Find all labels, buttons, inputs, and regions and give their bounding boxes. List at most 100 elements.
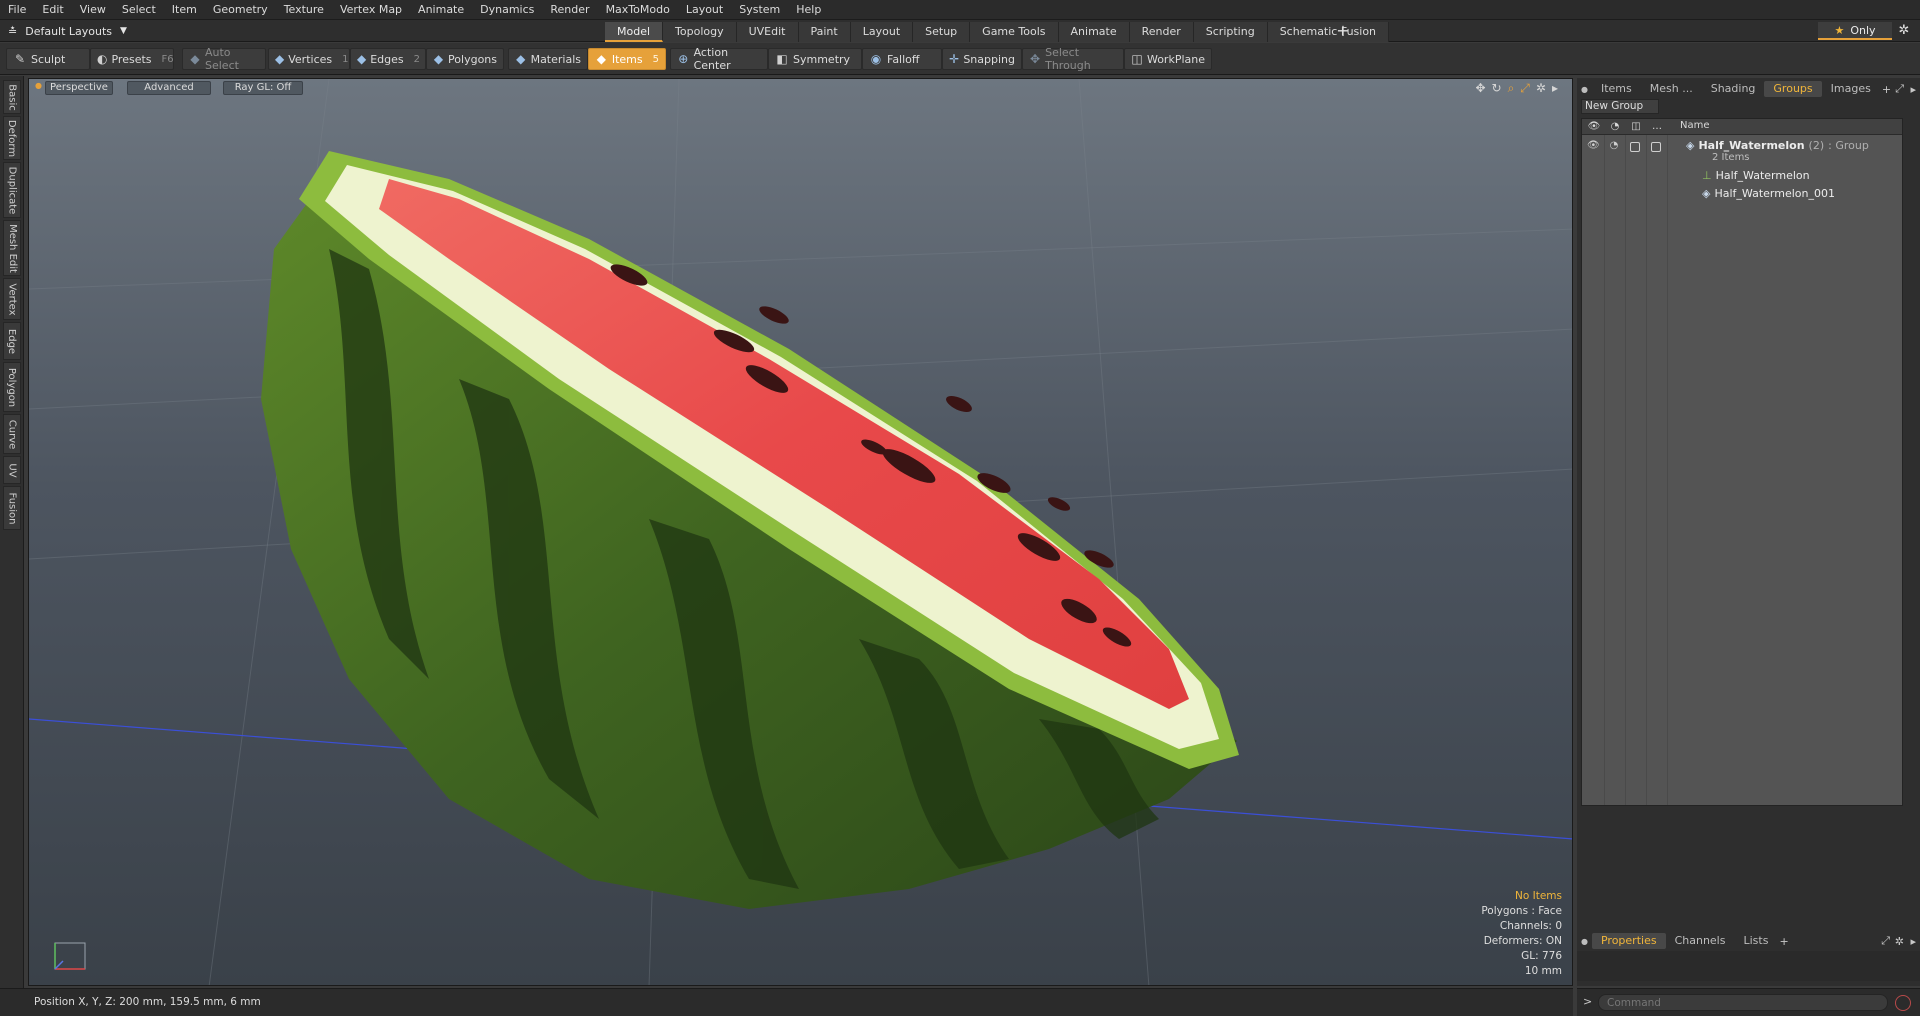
expand-icon[interactable]: ⤢ [1895, 82, 1904, 96]
menu-geometry[interactable]: Geometry [205, 0, 276, 20]
chevron-right-icon[interactable]: ▸ [1910, 83, 1916, 96]
select-through-button[interactable]: ✥ Select Through [1022, 46, 1124, 72]
action-center-button[interactable]: ⊕ Action Center [670, 46, 768, 72]
record-macro-icon[interactable] [1895, 995, 1911, 1011]
tab-animate[interactable]: Animate [1058, 22, 1130, 42]
name-column-header[interactable]: Name [1680, 120, 1710, 131]
tab-uvedit[interactable]: UVEdit [736, 22, 799, 42]
panel-menu-icon[interactable]: ● [1577, 85, 1592, 94]
properties-menu-icon[interactable]: ● [1577, 937, 1592, 946]
falloff-button[interactable]: ◉ Falloff [862, 48, 942, 70]
tab-mesh[interactable]: Mesh ... [1641, 81, 1702, 97]
expand-icon[interactable]: ⤢ [1881, 934, 1890, 948]
menu-bar: File Edit View Select Item Geometry Text… [0, 0, 1920, 20]
tab-shading[interactable]: Shading [1702, 81, 1765, 97]
materials-button[interactable]: ◆ Materials [508, 48, 588, 70]
edges-button[interactable]: ◆ Edges 2 [350, 48, 426, 70]
auto-select-button[interactable]: ◆ Auto Select [182, 46, 266, 72]
lock-column-icon[interactable]: ◫ [1627, 120, 1645, 134]
menu-dynamics[interactable]: Dynamics [472, 0, 542, 20]
group-row[interactable]: 👁 ◔ ◈ Half_Watermelon (2) : Group 2 Item… [1582, 137, 1902, 165]
tab-paint[interactable]: Paint [798, 22, 851, 42]
tab-schematic-fusion[interactable]: Schematic Fusion [1267, 22, 1390, 42]
add-tab-icon[interactable]: + [1334, 22, 1352, 40]
fit-view-icon[interactable]: ⤢ [1520, 81, 1530, 96]
group-child-row[interactable]: ⊥ Half_Watermelon [1582, 167, 1902, 185]
shading-button[interactable]: Advanced [127, 81, 211, 95]
symmetry-button[interactable]: ◧ Symmetry [768, 48, 862, 70]
tab-deform[interactable]: Deform [3, 116, 21, 160]
rotate-icon[interactable]: ↻ [1492, 81, 1502, 96]
menu-texture[interactable]: Texture [276, 0, 332, 20]
tab-properties[interactable]: Properties [1591, 933, 1666, 949]
more-column-icon[interactable]: … [1648, 120, 1666, 134]
tab-items[interactable]: Items [1592, 81, 1641, 97]
new-group-button[interactable]: New Group [1581, 99, 1659, 114]
raygl-button[interactable]: Ray GL: Off [223, 81, 303, 95]
polygons-button[interactable]: ◆ Polygons [426, 48, 504, 70]
snapping-button[interactable]: ✛ Snapping [942, 48, 1022, 70]
gear-icon[interactable]: ✲ [1894, 22, 1914, 40]
menu-maxtomodo[interactable]: MaxToModo [598, 0, 678, 20]
chevron-right-icon[interactable]: ▸ [1910, 935, 1916, 948]
tab-vertex[interactable]: Vertex [3, 278, 21, 320]
tab-basic[interactable]: Basic [3, 80, 21, 114]
menu-system[interactable]: System [731, 0, 788, 20]
tab-lists[interactable]: Lists [1734, 933, 1777, 949]
menu-help[interactable]: Help [788, 0, 829, 20]
vertices-button[interactable]: ◆ Vertices 1 [268, 48, 350, 70]
tab-uv[interactable]: UV [3, 456, 21, 484]
items-button[interactable]: ◆ Items 5 [588, 48, 666, 70]
tab-groups[interactable]: Groups [1764, 81, 1822, 97]
viewport-settings-icon[interactable]: ✲ [1536, 81, 1546, 96]
tab-edge[interactable]: Edge [3, 322, 21, 360]
tab-channels[interactable]: Channels [1666, 933, 1735, 949]
pan-icon[interactable]: ✥ [1475, 81, 1485, 96]
tab-setup[interactable]: Setup [913, 22, 971, 42]
add-panel-tab-icon[interactable]: + [1882, 83, 1891, 96]
menu-vertex-map[interactable]: Vertex Map [332, 0, 410, 20]
tab-polygon[interactable]: Polygon [3, 362, 21, 412]
menu-layout[interactable]: Layout [678, 0, 731, 20]
tab-fusion[interactable]: Fusion [3, 486, 21, 530]
eye-icon[interactable]: 👁 [1587, 140, 1600, 152]
gear-icon[interactable]: ✲ [1895, 935, 1904, 948]
brush-icon: ✎ [14, 52, 26, 66]
view-mode-button[interactable]: Perspective [45, 81, 113, 95]
sculpt-button[interactable]: ✎ Sculpt [6, 48, 90, 70]
tab-layout[interactable]: Layout [850, 22, 914, 42]
menu-edit[interactable]: Edit [34, 0, 71, 20]
menu-file[interactable]: File [0, 0, 34, 20]
command-input[interactable] [1598, 994, 1888, 1011]
items-shortcut: 5 [652, 53, 659, 65]
tab-images[interactable]: Images [1822, 81, 1880, 97]
tab-curve[interactable]: Curve [3, 414, 21, 454]
select-checkbox[interactable] [1651, 142, 1661, 152]
zoom-icon[interactable]: ⌕ [1508, 81, 1515, 96]
tab-mesh-edit[interactable]: Mesh Edit [3, 220, 21, 276]
viewport-menu-icon[interactable]: ● [35, 81, 42, 90]
menu-item[interactable]: Item [164, 0, 205, 20]
render-column-icon[interactable]: ◔ [1606, 120, 1624, 134]
group-child-row[interactable]: ◈ Half_Watermelon_001 [1582, 185, 1902, 203]
only-button[interactable]: ★ Only [1818, 22, 1892, 40]
tab-game-tools[interactable]: Game Tools [970, 22, 1059, 42]
tab-duplicate[interactable]: Duplicate [3, 162, 21, 218]
tab-topology[interactable]: Topology [663, 22, 737, 42]
tab-model[interactable]: Model [605, 22, 664, 42]
lock-checkbox[interactable] [1630, 142, 1640, 152]
menu-animate[interactable]: Animate [410, 0, 472, 20]
tab-scripting[interactable]: Scripting [1193, 22, 1268, 42]
layout-selector[interactable]: ≛ Default Layouts ▼ [8, 22, 127, 40]
menu-select[interactable]: Select [114, 0, 164, 20]
3d-viewport[interactable]: ● Perspective Advanced Ray GL: Off ✥ ↻ ⌕… [28, 78, 1573, 986]
render-toggle-icon[interactable]: ◔ [1608, 140, 1620, 152]
visibility-column-icon[interactable]: 👁 [1585, 120, 1603, 134]
tab-render[interactable]: Render [1129, 22, 1194, 42]
presets-button[interactable]: ◐ Presets F6 [90, 48, 174, 70]
menu-view[interactable]: View [72, 0, 114, 20]
add-properties-tab-icon[interactable]: + [1779, 935, 1788, 948]
workplane-button[interactable]: ◫ WorkPlane [1124, 48, 1212, 70]
menu-render[interactable]: Render [542, 0, 597, 20]
chevron-right-icon[interactable]: ▸ [1552, 81, 1558, 96]
